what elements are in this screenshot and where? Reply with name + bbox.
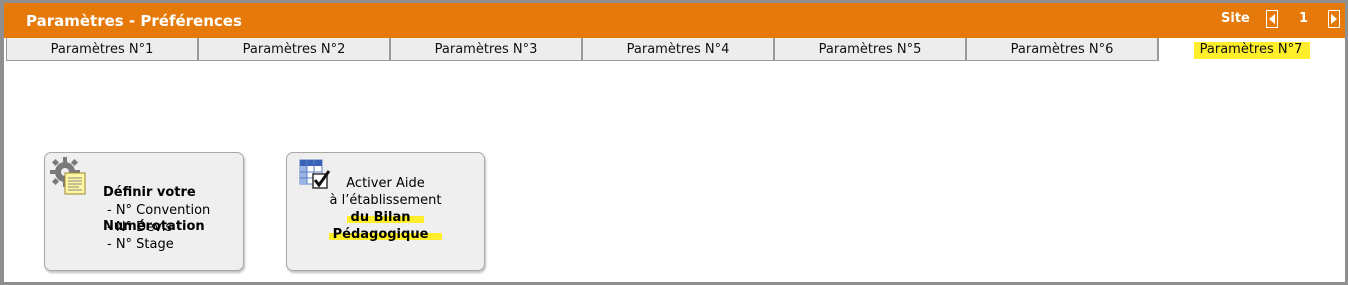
gear-document-icon	[49, 156, 89, 196]
tab-label: Paramètres N°7	[1193, 42, 1311, 59]
list-item: - N° Convention	[107, 203, 211, 218]
tab-parametres-2[interactable]: Paramètres N°2	[198, 38, 390, 61]
tab-parametres-4[interactable]: Paramètres N°4	[582, 38, 774, 61]
page-title: Paramètres - Préférences	[26, 12, 242, 30]
tab-parametres-6[interactable]: Paramètres N°6	[966, 38, 1158, 61]
previous-site-button[interactable]	[1266, 10, 1278, 28]
bilan-line1: Activer Aide	[346, 176, 425, 191]
tab-parametres-1[interactable]: Paramètres N°1	[6, 38, 198, 61]
arrow-right-icon	[1331, 14, 1337, 24]
tab-parametres-3[interactable]: Paramètres N°3	[390, 38, 582, 61]
tab-label: Paramètres N°3	[434, 42, 538, 57]
numerotation-button[interactable]: Définir votre Numérotation - N° Conventi…	[44, 152, 244, 271]
bilan-line3: du Bilan	[346, 210, 425, 225]
site-label: Site	[1221, 11, 1250, 26]
arrow-left-icon	[1269, 14, 1275, 24]
bilan-text: Activer Aide à l’établissement du Bilan …	[287, 175, 484, 243]
bilan-line4: Pédagogique	[328, 227, 443, 242]
tab-parametres-5[interactable]: Paramètres N°5	[774, 38, 966, 61]
list-item: - N° Devis	[107, 220, 173, 235]
bilan-pedagogique-button[interactable]: Activer Aide à l’établissement du Bilan …	[286, 152, 485, 271]
title-bar: Paramètres - Préférences Site 1	[4, 3, 1345, 38]
tab-label: Paramètres N°6	[1010, 42, 1114, 57]
tab-bar: Paramètres N°1 Paramètres N°2 Paramètres…	[6, 38, 1345, 61]
numerotation-title-line1: Définir votre	[103, 185, 196, 200]
tab-label: Paramètres N°4	[626, 42, 730, 57]
bilan-line2: à l’établissement	[329, 193, 442, 208]
numerotation-list: - N° Convention - N° Devis - N° Stage	[107, 202, 210, 253]
tab-label: Paramètres N°5	[818, 42, 922, 57]
next-site-button[interactable]	[1328, 10, 1340, 28]
tab-label: Paramètres N°1	[50, 42, 154, 57]
site-number: 1	[1299, 11, 1309, 26]
tab-parametres-7[interactable]: Paramètres N°7	[1158, 38, 1345, 61]
tab-label: Paramètres N°2	[242, 42, 346, 57]
list-item: - N° Stage	[107, 237, 174, 252]
